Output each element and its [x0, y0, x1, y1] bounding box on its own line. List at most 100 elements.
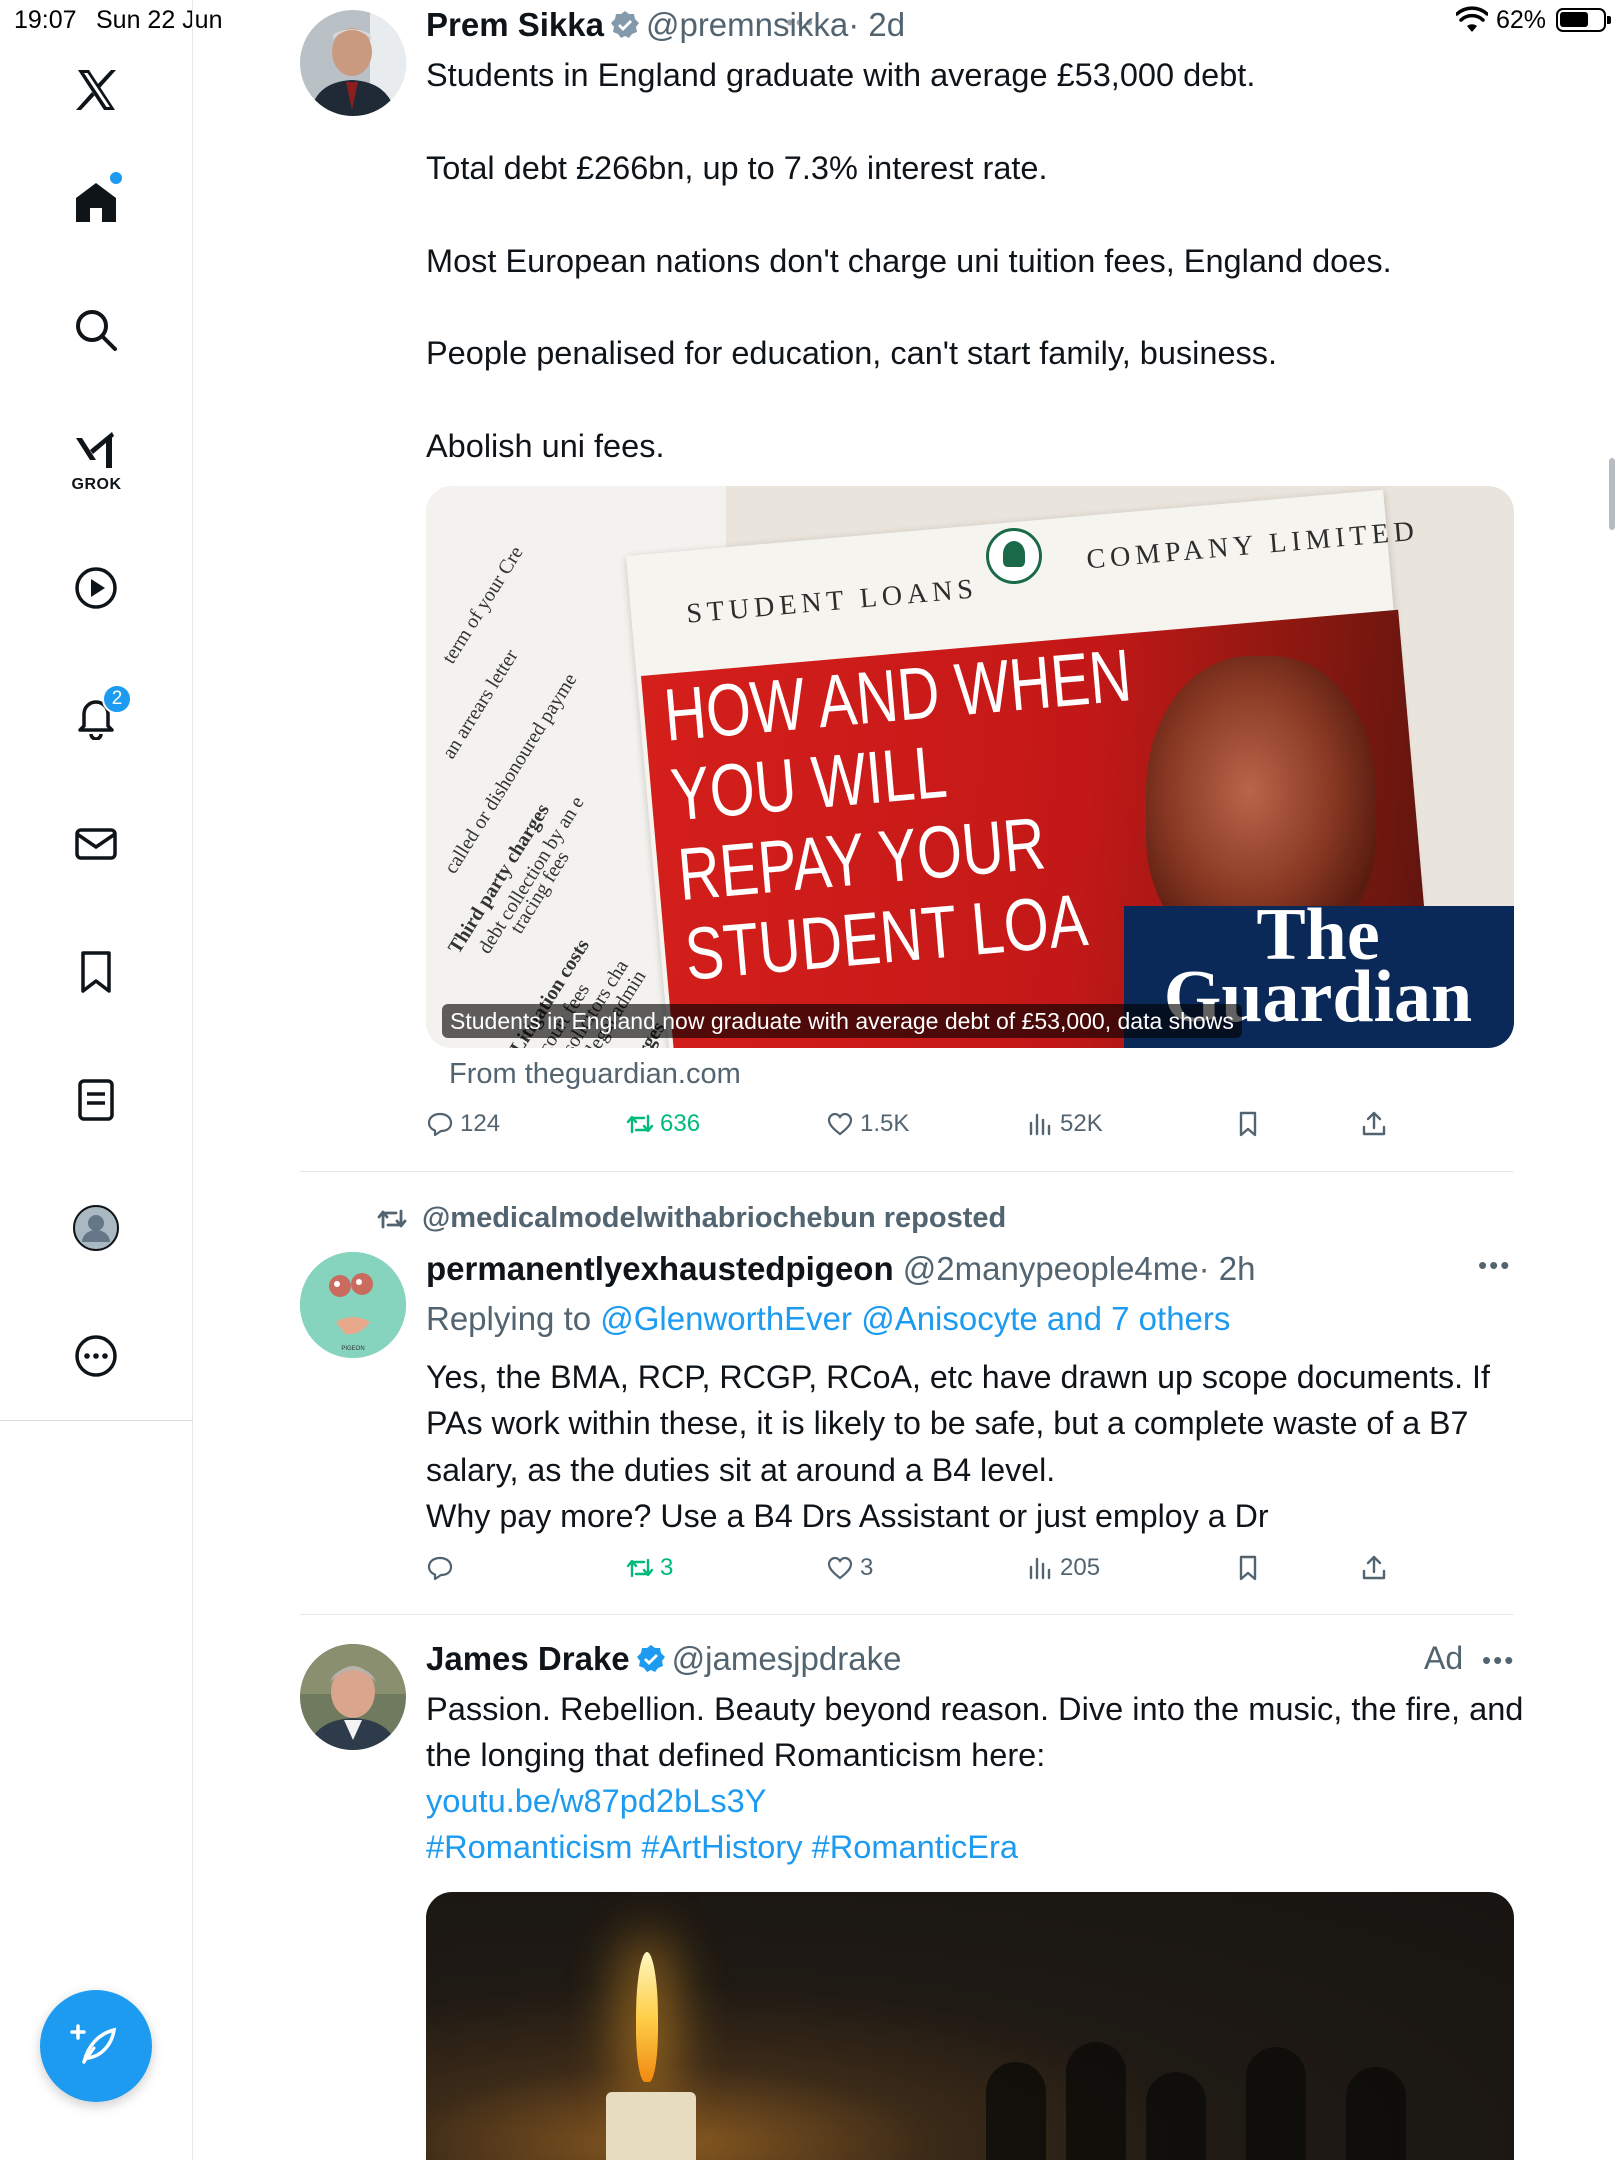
repost-context-text: @medicalmodelwithabriochebun reposted — [422, 1202, 1007, 1234]
tweet-separator — [300, 1614, 1514, 1615]
silhouette — [1066, 2042, 1126, 2160]
repost-icon — [626, 1114, 654, 1134]
share-icon — [1362, 1555, 1386, 1580]
views-button[interactable]: 205 — [1026, 1554, 1100, 1582]
repost-context[interactable]: @medicalmodelwithabriochebun reposted — [376, 1202, 1006, 1235]
silhouette — [1246, 2047, 1306, 2160]
repost-button[interactable]: 636 — [626, 1110, 700, 1138]
card-source[interactable]: From theguardian.com — [449, 1058, 741, 1091]
heart-icon — [827, 1112, 853, 1136]
tweet-actions: 3 3 205 — [426, 1554, 1526, 1594]
search-icon — [76, 310, 117, 351]
bookmark-icon — [1239, 1555, 1257, 1581]
card-caption: Students in England now graduate with av… — [442, 1004, 1242, 1038]
bookmark-icon — [81, 951, 111, 993]
avatar[interactable] — [300, 10, 406, 116]
sidebar-item-videos[interactable] — [56, 548, 136, 628]
more-options-icon[interactable]: ••• — [1478, 1250, 1511, 1281]
more-options-icon[interactable]: ••• — [1482, 1645, 1515, 1675]
profile-avatar-icon — [73, 1205, 119, 1251]
battery-percent: 62% — [1496, 6, 1547, 34]
share-button[interactable] — [1360, 1110, 1388, 1138]
author-row: permanentlyexhaustedpigeon @2manypeople4… — [426, 1250, 1256, 1288]
tweet-time: · 2d — [848, 6, 906, 43]
views-chart-icon — [1029, 1113, 1051, 1136]
verified-blue-icon — [636, 1645, 665, 1672]
bookmark-icon — [1239, 1111, 1257, 1137]
more-circle-icon — [75, 1335, 117, 1377]
grok-label: GROK — [71, 476, 122, 493]
reply-icon — [427, 1112, 453, 1137]
grok-icon — [76, 432, 114, 468]
bookmark-button[interactable] — [1234, 1554, 1262, 1582]
author-handle[interactable]: @2manypeople4me — [903, 1250, 1199, 1287]
sidebar-item-profile[interactable] — [56, 1188, 136, 1268]
tweet-text: Passion. Rebellion. Beauty beyond reason… — [426, 1690, 1533, 1774]
slc-logo-icon — [986, 528, 1042, 584]
views-count: 52K — [1060, 1110, 1103, 1137]
home-unread-dot — [110, 172, 122, 184]
heart-icon — [827, 1556, 853, 1580]
replying-prefix: Replying to — [426, 1300, 601, 1337]
envelope-icon — [75, 828, 117, 860]
wifi-icon — [1456, 6, 1488, 32]
author-name[interactable]: James Drake — [426, 1640, 630, 1677]
sidebar-item-lists[interactable] — [56, 1060, 136, 1140]
tweet-text: Yes, the BMA, RCP, RCGP, RCoA, etc have … — [426, 1359, 1490, 1535]
repost-button[interactable]: 3 — [626, 1554, 673, 1582]
replying-to-link[interactable]: @GlenworthEver @Anisocyte and 7 others — [600, 1300, 1230, 1337]
avatar[interactable]: PIGEON — [300, 1252, 406, 1358]
list-icon — [78, 1079, 114, 1121]
ad-video[interactable] — [426, 1892, 1514, 2160]
sidebar-item-messages[interactable] — [56, 804, 136, 884]
sidebar-item-home[interactable] — [56, 162, 136, 242]
repost-count: 3 — [660, 1554, 674, 1581]
reply-icon — [427, 1556, 453, 1581]
silhouette — [1346, 2067, 1406, 2160]
verified-grey-icon — [610, 11, 639, 38]
share-icon — [1362, 1111, 1386, 1136]
sidebar: GROK 2 — [0, 0, 193, 2160]
share-button[interactable] — [1360, 1554, 1388, 1582]
like-count: 1.5K — [860, 1110, 910, 1137]
avatar[interactable] — [300, 1644, 406, 1750]
views-button[interactable]: 52K — [1026, 1110, 1103, 1138]
tweet-link[interactable]: youtu.be/w87pd2bLs3Y — [426, 1778, 767, 1824]
views-count: 205 — [1060, 1554, 1101, 1581]
author-handle[interactable]: @jamesjpdrake — [672, 1640, 902, 1677]
ad-row: Ad ••• — [1424, 1640, 1515, 1677]
silhouette — [986, 2062, 1046, 2160]
sidebar-item-bookmarks[interactable] — [56, 932, 136, 1012]
replying-to: Replying to @GlenworthEver @Anisocyte an… — [426, 1296, 1230, 1342]
compose-button[interactable] — [40, 1990, 152, 2102]
sidebar-divider — [0, 1420, 193, 1421]
author-name[interactable]: Prem Sikka — [426, 6, 604, 43]
candle — [606, 2092, 696, 2160]
reply-button[interactable] — [426, 1554, 460, 1582]
bookmark-button[interactable] — [1234, 1110, 1262, 1138]
repost-icon — [626, 1558, 654, 1578]
battery-icon — [1556, 8, 1611, 32]
sidebar-item-notifications[interactable]: 2 — [56, 676, 136, 756]
tweet-hashtags[interactable]: #Romanticism #ArtHistory #RomanticEra — [426, 1824, 1018, 1870]
link-card[interactable]: term of your Cre an arrears letter calle… — [426, 486, 1514, 1048]
tweet-actions: 124 636 1.5K 52K — [426, 1110, 1526, 1150]
tweet-text: Students in England graduate with averag… — [426, 57, 1392, 465]
author-handle[interactable]: @premnsikka — [646, 6, 848, 43]
tweet-separator — [300, 1171, 1514, 1172]
like-count: 3 — [860, 1554, 874, 1581]
candle-flame — [636, 1952, 658, 2082]
scrollbar[interactable] — [1609, 458, 1615, 530]
compose-feather-icon — [70, 2024, 117, 2064]
sidebar-item-more[interactable] — [56, 1316, 136, 1396]
sidebar-item-search[interactable] — [56, 290, 136, 370]
reply-button[interactable]: 124 — [426, 1110, 500, 1138]
like-button[interactable]: 3 — [826, 1554, 873, 1582]
x-logo-icon[interactable] — [56, 50, 136, 130]
like-button[interactable]: 1.5K — [826, 1110, 909, 1138]
author-row: James Drake @jamesjpdrake — [426, 1640, 901, 1678]
tweet-time: · 2h — [1198, 1250, 1256, 1287]
notifications-badge: 2 — [102, 684, 132, 714]
home-icon — [76, 183, 116, 222]
author-name[interactable]: permanentlyexhaustedpigeon — [426, 1250, 894, 1287]
